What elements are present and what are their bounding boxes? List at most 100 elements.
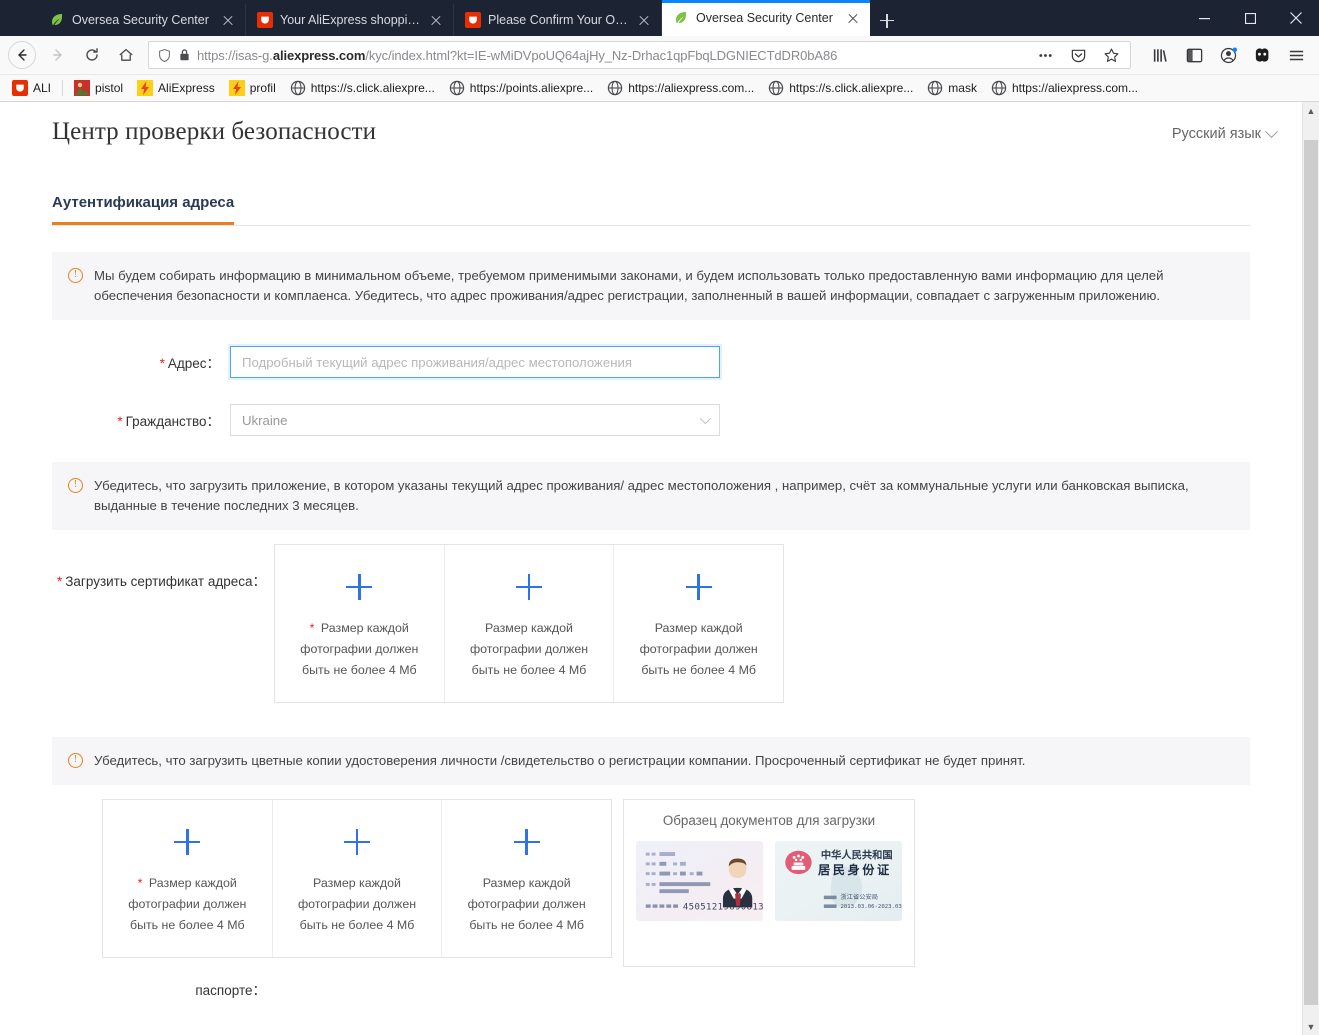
svg-text:浙江省公安局: 浙江省公安局 — [840, 892, 878, 901]
nationality-field-row: * Гражданство： Ukraine — [52, 404, 1250, 436]
new-tab-button[interactable] — [870, 4, 904, 36]
maximize-icon[interactable] — [1227, 0, 1273, 36]
bookmark-item[interactable]: https://aliexpress.com... — [601, 78, 760, 98]
upload-slot-1[interactable]: * Размер каждой фотографии должен быть н… — [275, 545, 445, 702]
address-certificate-upload-box: * Размер каждой фотографии должен быть н… — [274, 544, 784, 703]
bookmark-item[interactable]: https://points.aliexpre... — [443, 78, 599, 98]
plus-icon — [344, 829, 370, 855]
close-icon[interactable] — [636, 12, 652, 28]
bolt-icon — [137, 80, 154, 96]
bookmark-label: https://s.click.aliexpre... — [789, 81, 914, 95]
home-icon[interactable] — [110, 40, 142, 70]
address-label: * Адрес： — [52, 352, 230, 372]
globe-icon — [991, 80, 1007, 96]
browser-tab-4-active[interactable]: Oversea Security Center — [662, 0, 870, 36]
lock-icon[interactable] — [178, 48, 191, 62]
bookmark-item[interactable]: https://s.click.aliexpre... — [284, 78, 441, 98]
toolbar-right — [1139, 40, 1311, 70]
upload-slot-2[interactable]: Размер каждой фотографии должен быть не … — [445, 545, 615, 702]
upload-hint: * Размер каждой фотографии должен быть н… — [285, 618, 433, 681]
bookmark-item[interactable]: mask — [921, 78, 983, 98]
required-asterisk: * — [117, 414, 123, 429]
tab-title: Oversea Security Center — [696, 11, 833, 25]
back-icon[interactable] — [8, 41, 36, 69]
close-icon[interactable] — [845, 10, 861, 26]
bookmark-item[interactable]: https://aliexpress.com... — [985, 78, 1144, 98]
plus-icon — [516, 574, 542, 600]
plus-icon — [685, 574, 712, 600]
bookmark-item[interactable]: AliExpress — [131, 78, 221, 98]
forward-icon[interactable] — [42, 40, 74, 70]
required-asterisk: * — [56, 574, 63, 589]
aliexpress-icon — [465, 12, 481, 28]
title-bar: Oversea Security Center Your AliExpress … — [0, 0, 1319, 36]
account-icon[interactable] — [1213, 40, 1243, 70]
upload-hint: Размер каждой фотографии должен быть не … — [469, 621, 589, 677]
address-input[interactable]: Подробный текущий адрес проживания/адрес… — [230, 346, 720, 378]
scroll-up-arrow-icon[interactable]: ▲ — [1303, 102, 1319, 119]
language-label: Русский язык — [1171, 126, 1261, 142]
pocket-icon[interactable] — [1063, 42, 1093, 68]
close-window-icon[interactable] — [1273, 0, 1319, 36]
menu-icon[interactable] — [1281, 40, 1311, 70]
upload-slot-3[interactable]: Размер каждой фотографии должен быть не … — [442, 800, 611, 957]
tab-title: Oversea Security Center — [72, 13, 209, 27]
sample-documents-title: Образец документов для загрузки — [662, 813, 876, 828]
page-title: Центр проверки безопасности — [52, 118, 377, 145]
tab-address-authentication[interactable]: Аутентификация адреса — [52, 194, 235, 225]
shield-icon[interactable] — [157, 48, 172, 63]
bookmark-label: https://points.aliexpre... — [469, 81, 594, 95]
url-text[interactable]: https://isas-g.aliexpress.com/kyc/index.… — [197, 48, 1024, 63]
bookmark-label: https://aliexpress.com... — [628, 81, 755, 95]
upload-hint-text: Размер каждой фотографии должен быть не … — [128, 876, 247, 932]
form-tabs: Аутентификация адреса — [52, 194, 1250, 226]
bookmark-item[interactable]: https://s.click.aliexpre... — [762, 78, 919, 98]
nationality-select[interactable]: Ukraine — [230, 404, 720, 436]
sidebar-icon[interactable] — [1179, 40, 1209, 70]
browser-tab-3[interactable]: Please Confirm Your Order - Ali — [454, 4, 662, 36]
bookmark-item[interactable]: ALI — [6, 78, 57, 98]
browser-tab-1[interactable]: Oversea Security Center — [38, 4, 246, 36]
notice-banner-2: ! Убедитесь, что загрузить приложение, в… — [52, 462, 1250, 530]
browser-tab-2[interactable]: Your AliExpress shopping cart - — [246, 4, 454, 36]
page-scrollbar[interactable]: ▲ ▼ — [1302, 102, 1319, 1035]
required-asterisk: * — [309, 621, 315, 635]
leaf-icon — [676, 12, 687, 24]
minimize-icon[interactable] — [1181, 0, 1227, 36]
nationality-label: * Гражданство： — [52, 410, 230, 430]
page-actions-icon[interactable] — [1030, 42, 1060, 68]
bookmark-label: ALI — [33, 81, 52, 95]
upload-slot-1[interactable]: * Размер каждой фотографии должен быть н… — [103, 800, 273, 957]
tab-title: Please Confirm Your Order - Ali — [488, 13, 629, 27]
scrollbar-track[interactable] — [1303, 119, 1319, 140]
upload-hint: Размер каждой фотографии должен быть не … — [467, 876, 586, 932]
bookmark-star-icon[interactable] — [1096, 42, 1126, 68]
id-upload-box: * Размер каждой фотографии должен быть н… — [102, 799, 612, 958]
close-icon[interactable] — [220, 12, 236, 28]
extension-icon[interactable] — [1247, 40, 1277, 70]
library-icon[interactable] — [1145, 40, 1175, 70]
bookmark-item[interactable]: profil — [223, 78, 282, 98]
leaf-icon — [52, 14, 63, 26]
globe-icon — [769, 80, 784, 96]
info-icon: ! — [68, 753, 83, 768]
language-selector[interactable]: Русский язык — [1171, 118, 1278, 142]
address-certificate-upload-row: * Загрузить сертификат адреса： * Размер к… — [52, 544, 1250, 703]
id-card-back-sample-image: 中华人民共和国 居民身份证 浙江省公安局 2013.03.06-2023.03.… — [775, 840, 902, 922]
upload-slot-3[interactable]: Размер каждой фотографии должен быть не … — [614, 545, 783, 702]
bookmark-label: mask — [948, 81, 977, 95]
address-bar[interactable]: https://isas-g.aliexpress.com/kyc/index.… — [148, 41, 1131, 69]
bookmark-separator — [62, 80, 64, 96]
id-card-front-sample-image: 450512198908131567 — [636, 840, 763, 922]
plus-icon — [346, 574, 373, 600]
upload-slot-2[interactable]: Размер каждой фотографии должен быть не … — [273, 800, 443, 957]
reload-icon[interactable] — [76, 40, 108, 70]
svg-text:中华人民共和国: 中华人民共和国 — [821, 849, 893, 862]
scroll-down-arrow-icon[interactable]: ▼ — [1303, 1018, 1319, 1035]
sample-images: 450512198908131567 — [636, 840, 902, 922]
scrollbar-thumb[interactable] — [1304, 140, 1318, 1005]
bookmark-item[interactable]: pistol — [68, 78, 129, 98]
page-viewport: Центр проверки безопасности Русский язык… — [0, 102, 1319, 1035]
close-icon[interactable] — [428, 12, 444, 28]
plus-icon — [174, 829, 201, 855]
